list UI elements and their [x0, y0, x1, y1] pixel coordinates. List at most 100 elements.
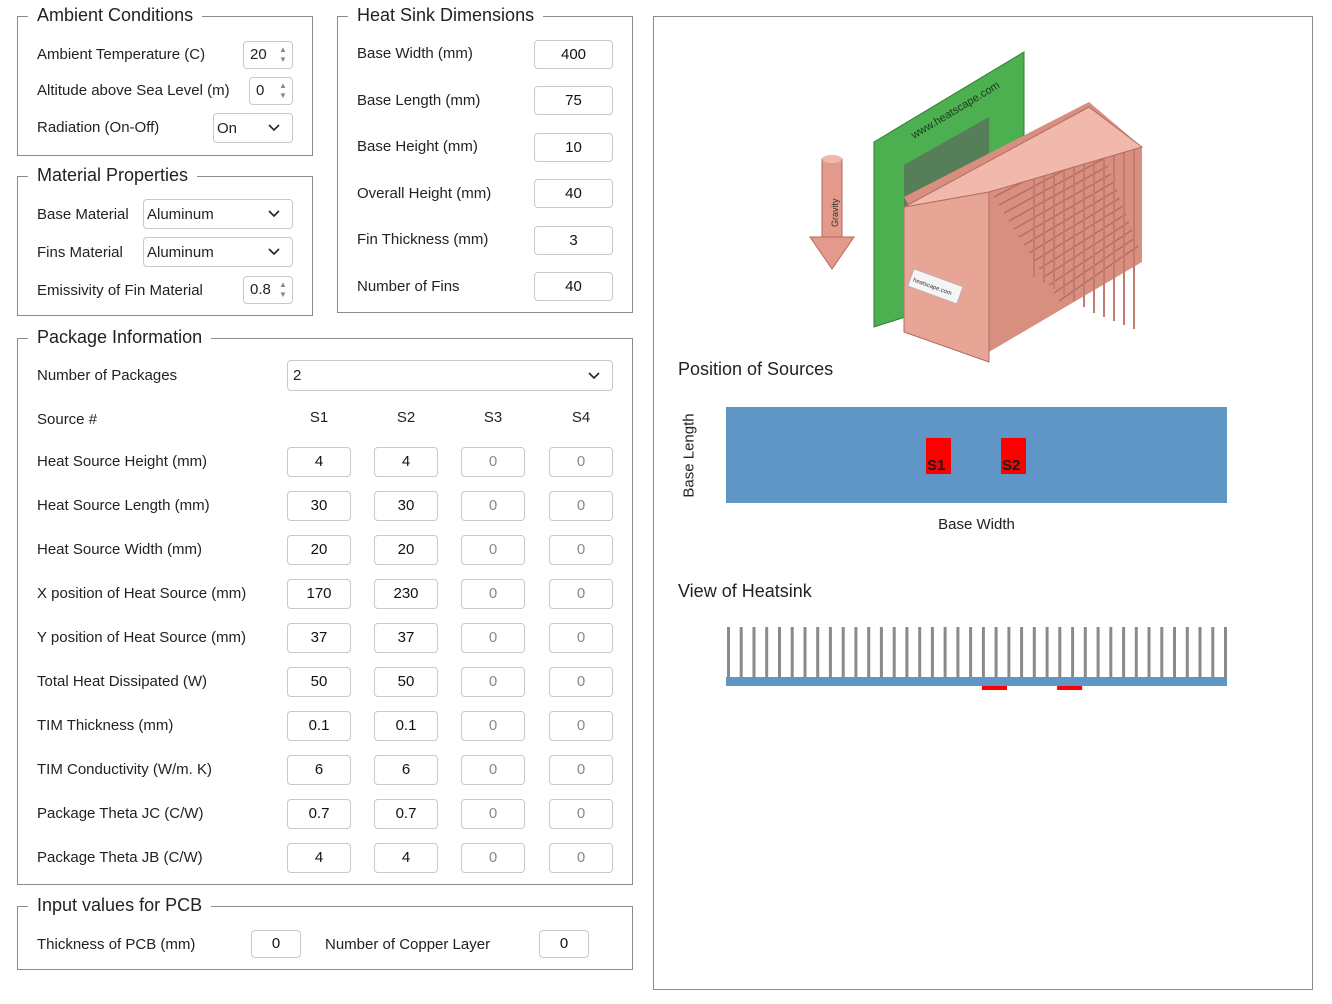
material-properties-title: Material Properties: [28, 165, 198, 186]
ambient-conditions-group: Ambient Conditions Ambient Temperature (…: [17, 5, 313, 156]
ambient-temperature-label: Ambient Temperature (C): [37, 46, 206, 63]
source-number-label: Source #: [37, 411, 98, 428]
tim-thickness-s4-input[interactable]: 0: [549, 711, 613, 741]
heat-source-height-s3-input[interactable]: 0: [461, 447, 525, 477]
chevron-down-icon: [268, 124, 280, 132]
fin: [841, 627, 845, 677]
fins-material-select[interactable]: Aluminum: [143, 237, 293, 267]
theta-jc-label: Package Theta JC (C/W): [37, 805, 204, 822]
altitude-stepper[interactable]: 0 ▲ ▼: [249, 77, 293, 105]
emissivity-stepper[interactable]: 0.8 ▲ ▼: [243, 276, 293, 304]
axis-base-length-label: Base Length: [680, 413, 698, 498]
fin: [790, 627, 794, 677]
heat-source-width-s3-input[interactable]: 0: [461, 535, 525, 565]
tim-thickness-s3-input[interactable]: 0: [461, 711, 525, 741]
view-title: View of Heatsink: [678, 581, 812, 601]
copper-layer-input[interactable]: 0: [539, 930, 589, 958]
y-position-s1-input[interactable]: 37: [287, 623, 351, 653]
heat-source-length-s4-input[interactable]: 0: [549, 491, 613, 521]
y-position-s3-input[interactable]: 0: [461, 623, 525, 653]
x-position-s4-input[interactable]: 0: [549, 579, 613, 609]
axis-base-length-wrap: Base Length: [672, 409, 702, 509]
copper-layer-label: Number of Copper Layer: [325, 936, 491, 953]
heat-source-width-s1-input[interactable]: 20: [287, 535, 351, 565]
theta-jc-s4-input[interactable]: 0: [549, 799, 613, 829]
theta-jb-s3-input[interactable]: 0: [461, 843, 525, 873]
tim-thickness-s1-input[interactable]: 0.1: [287, 711, 351, 741]
x-position-s1-input[interactable]: 170: [287, 579, 351, 609]
heat-source-length-s3-input[interactable]: 0: [461, 491, 525, 521]
fin: [1160, 627, 1164, 677]
stepper-arrows-icon[interactable]: ▲ ▼: [277, 45, 289, 67]
emissivity-label: Emissivity of Fin Material: [37, 282, 203, 299]
tim-thickness-s2-input[interactable]: 0.1: [374, 711, 438, 741]
fin: [803, 627, 807, 677]
fin: [1020, 627, 1024, 677]
number-of-fins-input[interactable]: 40: [534, 272, 613, 301]
heat-source-length-s1-input[interactable]: 30: [287, 491, 351, 521]
package-information-group: Package Information Number of Packages 2…: [17, 327, 633, 885]
tim-conductivity-s3-input[interactable]: 0: [461, 755, 525, 785]
tim-conductivity-s2-input[interactable]: 6: [374, 755, 438, 785]
theta-jb-s1-input[interactable]: 4: [287, 843, 351, 873]
tim-thickness-label: TIM Thickness (mm): [37, 717, 174, 734]
ambient-temperature-stepper[interactable]: 20 ▲ ▼: [243, 41, 293, 69]
base-height-input[interactable]: 10: [534, 133, 613, 162]
pcb-thickness-input[interactable]: 0: [251, 930, 301, 958]
total-heat-s4-input[interactable]: 0: [549, 667, 613, 697]
x-position-s2-input[interactable]: 230: [374, 579, 438, 609]
fin-thickness-input[interactable]: 3: [534, 226, 613, 255]
base-width-input[interactable]: 400: [534, 40, 613, 69]
theta-jb-label: Package Theta JB (C/W): [37, 849, 203, 866]
y-position-s4-input[interactable]: 0: [549, 623, 613, 653]
stepper-arrows-icon[interactable]: ▲ ▼: [277, 81, 289, 103]
total-heat-s2-input[interactable]: 50: [374, 667, 438, 697]
theta-jc-s3-input[interactable]: 0: [461, 799, 525, 829]
x-position-s3-input[interactable]: 0: [461, 579, 525, 609]
total-heat-s1-input[interactable]: 50: [287, 667, 351, 697]
heat-source-height-s1-input[interactable]: 4: [287, 447, 351, 477]
fin: [1032, 627, 1036, 677]
heat-source-length-s2-input[interactable]: 30: [374, 491, 438, 521]
source-side-marker: [1057, 686, 1083, 690]
stepper-arrows-icon[interactable]: ▲ ▼: [277, 280, 289, 302]
heat-source-width-s4-input[interactable]: 0: [549, 535, 613, 565]
theta-jb-s4-input[interactable]: 0: [549, 843, 613, 873]
fin: [918, 627, 922, 677]
heatsink-side-view: [726, 627, 1227, 690]
preview-panel: Gravity www.heatscape.com heatscape.com: [653, 16, 1313, 990]
total-heat-s3-input[interactable]: 0: [461, 667, 525, 697]
chevron-down-icon: [588, 372, 600, 380]
heat-source-height-s2-input[interactable]: 4: [374, 447, 438, 477]
fin: [1185, 627, 1189, 677]
heat-sink-dimensions-title: Heat Sink Dimensions: [348, 5, 544, 26]
theta-jc-s1-input[interactable]: 0.7: [287, 799, 351, 829]
fin: [1083, 627, 1087, 677]
tim-conductivity-s1-input[interactable]: 6: [287, 755, 351, 785]
fin: [828, 627, 832, 677]
heat-source-length-label: Heat Source Length (mm): [37, 497, 210, 514]
theta-jc-s2-input[interactable]: 0.7: [374, 799, 438, 829]
material-properties-group: Material Properties Base Material Alumin…: [17, 165, 313, 316]
y-position-label: Y position of Heat Source (mm): [37, 629, 246, 646]
fin: [892, 627, 896, 677]
base-material-select[interactable]: Aluminum: [143, 199, 293, 229]
chevron-down-icon: [268, 210, 280, 218]
fin: [867, 627, 871, 677]
emissivity-value: 0.8: [250, 281, 271, 298]
base-length-input[interactable]: 75: [534, 86, 613, 115]
tim-conductivity-s4-input[interactable]: 0: [549, 755, 613, 785]
radiation-value: On: [217, 120, 238, 137]
radiation-select[interactable]: On: [213, 113, 293, 143]
heat-source-height-s4-input[interactable]: 0: [549, 447, 613, 477]
overall-height-input[interactable]: 40: [534, 179, 613, 208]
number-of-packages-select[interactable]: 2: [287, 360, 613, 391]
y-position-s2-input[interactable]: 37: [374, 623, 438, 653]
base-material-value: Aluminum: [147, 206, 214, 223]
heat-source-width-s2-input[interactable]: 20: [374, 535, 438, 565]
source-s2-label: S2: [1002, 457, 1021, 474]
column-header-s4: S4: [571, 409, 591, 426]
theta-jb-s2-input[interactable]: 4: [374, 843, 438, 873]
fin: [1071, 627, 1075, 677]
x-position-label: X position of Heat Source (mm): [37, 585, 247, 602]
